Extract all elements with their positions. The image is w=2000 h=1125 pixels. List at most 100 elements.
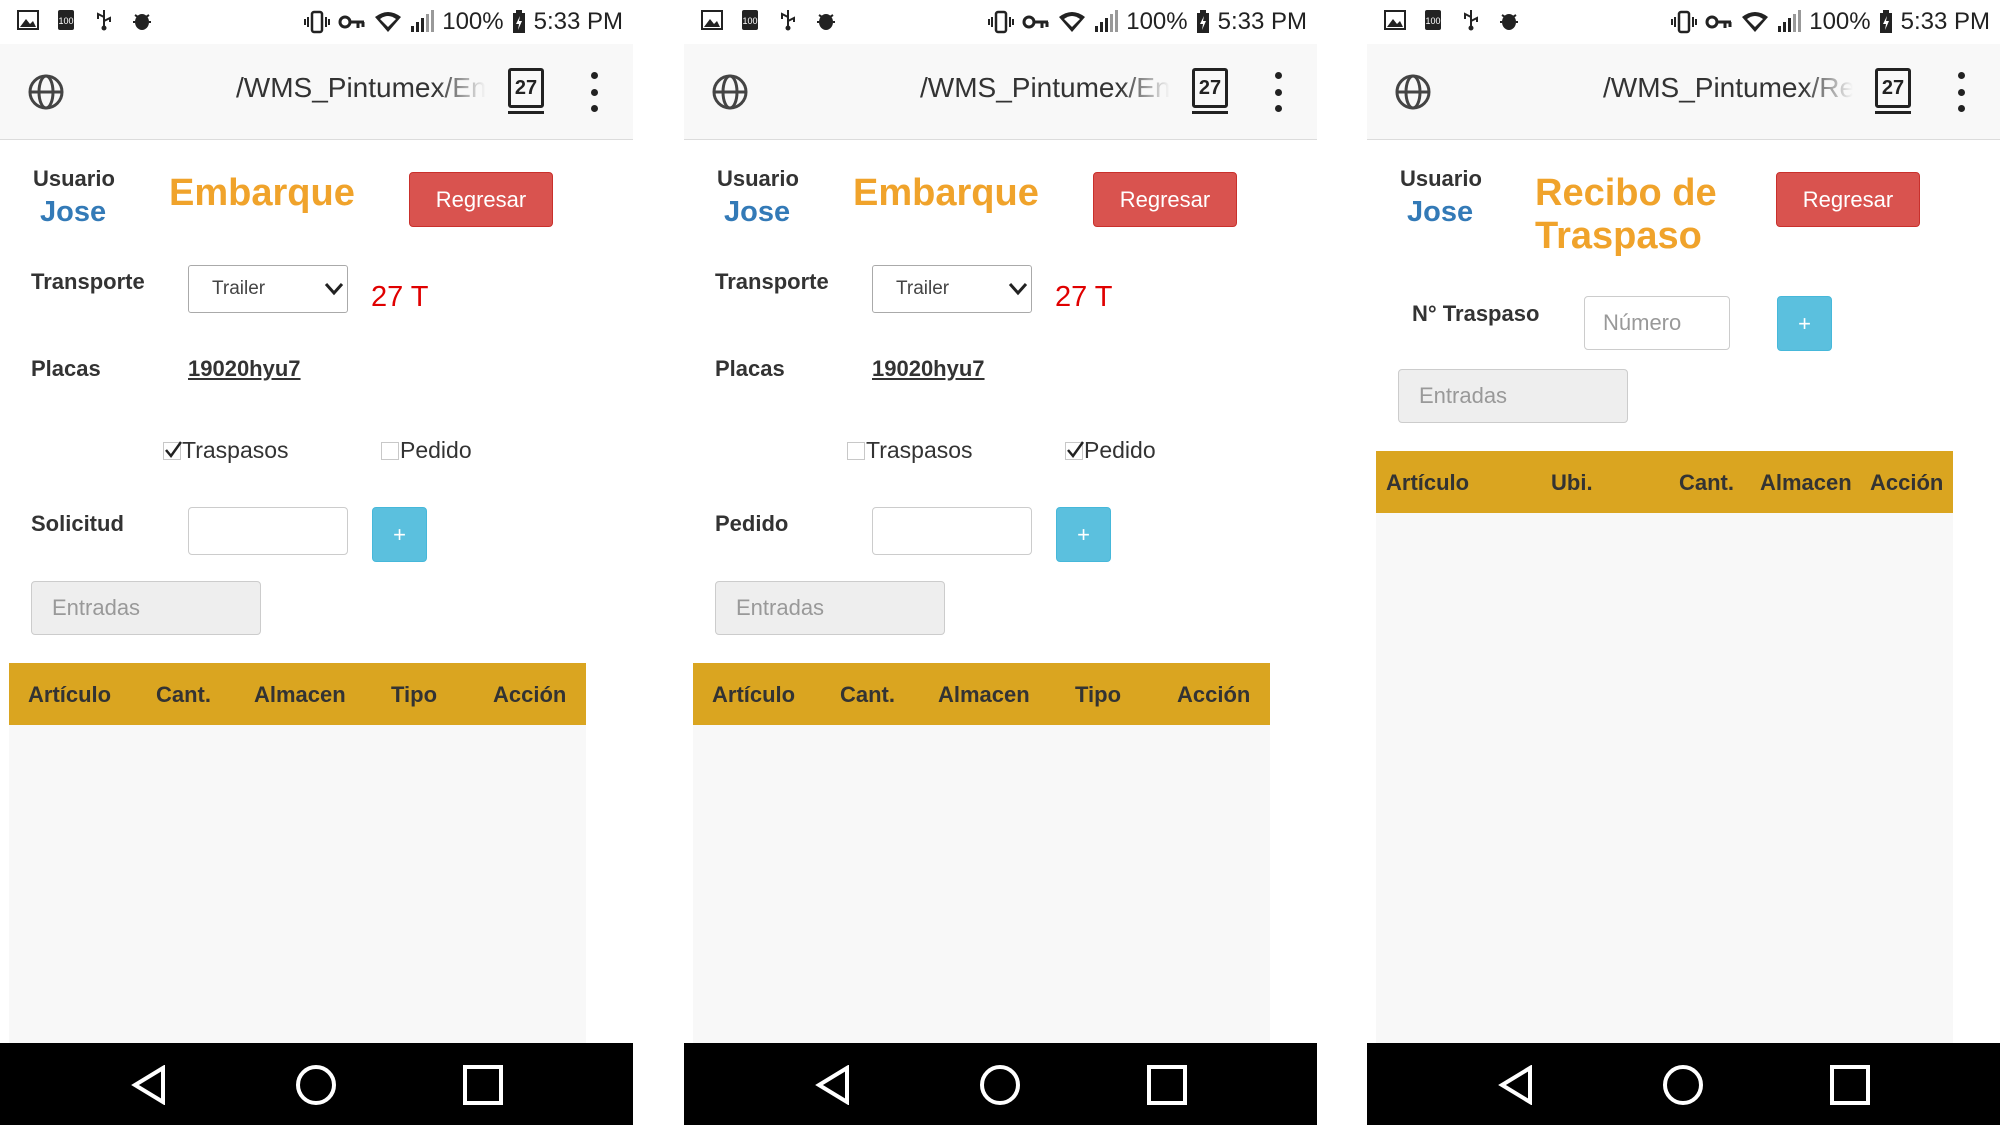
request-input[interactable] xyxy=(188,507,348,555)
back-nav-icon[interactable] xyxy=(1498,1065,1534,1105)
entries-button[interactable]: Entradas xyxy=(1398,369,1628,423)
navigation-bar xyxy=(684,1043,1317,1125)
recents-nav-icon[interactable] xyxy=(1830,1065,1870,1105)
add-button[interactable]: + xyxy=(372,507,427,562)
browser-toolbar: /WMS_Pintumex/Re 27 xyxy=(1367,44,2000,140)
overflow-menu-icon[interactable] xyxy=(588,72,600,112)
overflow-menu-icon[interactable] xyxy=(1955,72,1967,112)
column-header: Acción xyxy=(493,682,567,707)
url-field[interactable]: /WMS_Pintumex/Re xyxy=(1603,72,1853,104)
transfer-number-label: N° Traspaso xyxy=(1412,301,1540,326)
svg-text:100: 100 xyxy=(58,16,73,26)
vibrate-icon xyxy=(304,10,331,34)
table-header: Artículo Cant. Almacen Tipo Acción xyxy=(9,663,586,725)
signal-icon xyxy=(411,10,435,32)
battery-icon xyxy=(512,10,525,33)
gallery-icon xyxy=(17,9,39,31)
plates-value[interactable]: 19020hyu7 xyxy=(872,356,985,382)
clock: 5:33 PM xyxy=(533,8,623,35)
url-field[interactable]: /WMS_Pintumex/En xyxy=(920,72,1170,104)
table-body xyxy=(1376,513,1953,1043)
add-button[interactable]: + xyxy=(1777,296,1832,351)
signal-icon xyxy=(1778,10,1802,32)
user-label: Usuario xyxy=(1400,166,1482,191)
back-button[interactable]: Regresar xyxy=(1776,172,1920,227)
wifi-icon xyxy=(1742,12,1769,32)
checkmark-icon xyxy=(165,440,182,458)
page-title: Recibo de Traspaso xyxy=(1535,172,1717,258)
back-button[interactable]: Regresar xyxy=(1093,172,1237,227)
checkbox-box[interactable] xyxy=(1065,440,1084,460)
transport-select[interactable]: Trailer xyxy=(188,265,348,313)
globe-icon[interactable] xyxy=(1393,72,1433,112)
order-input[interactable] xyxy=(872,507,1032,555)
order-checkbox[interactable]: Pedido xyxy=(381,437,472,464)
table-header: Artículo Cant. Almacen Tipo Acción xyxy=(693,663,1270,725)
usb-icon xyxy=(777,9,799,31)
column-header: Artículo xyxy=(1386,470,1470,495)
column-header: Ubi. xyxy=(1551,470,1593,495)
wifi-icon xyxy=(1059,12,1086,32)
battery-percent: 100% xyxy=(442,8,504,35)
vpn-key-icon xyxy=(1705,15,1732,29)
bug-icon xyxy=(131,9,153,31)
order-checkbox[interactable]: Pedido xyxy=(1065,437,1156,464)
page-title-line2: Traspaso xyxy=(1535,215,1702,257)
browser-toolbar: /WMS_Pintumex/En 27 xyxy=(0,44,633,140)
checkbox-box[interactable] xyxy=(381,441,399,460)
transfers-checkbox[interactable]: Traspasos xyxy=(847,437,973,464)
entries-button[interactable]: Entradas xyxy=(715,581,945,635)
transport-count: 27 T xyxy=(371,281,429,313)
transport-label: Transporte xyxy=(31,269,145,294)
data-saver-icon: 100 xyxy=(739,9,761,31)
column-header: Acción xyxy=(1870,470,1944,495)
add-button[interactable]: + xyxy=(1056,507,1111,562)
url-field[interactable]: /WMS_Pintumex/En xyxy=(236,72,486,104)
checkmark-icon xyxy=(1067,440,1084,458)
transport-select[interactable]: Trailer xyxy=(872,265,1032,313)
back-button[interactable]: Regresar xyxy=(409,172,553,227)
overflow-menu-icon[interactable] xyxy=(1272,72,1284,112)
plates-value[interactable]: 19020hyu7 xyxy=(188,356,301,382)
chevron-down-icon xyxy=(324,283,344,296)
tabs-icon[interactable]: 27 xyxy=(1192,68,1228,114)
globe-icon[interactable] xyxy=(710,72,750,112)
recents-nav-icon[interactable] xyxy=(1147,1065,1187,1105)
entries-button[interactable]: Entradas xyxy=(31,581,261,635)
bug-icon xyxy=(1498,9,1520,31)
back-nav-icon[interactable] xyxy=(815,1065,851,1105)
data-saver-icon: 100 xyxy=(1422,9,1444,31)
checkbox-box[interactable] xyxy=(847,441,865,460)
page-title: Embarque xyxy=(169,172,355,214)
recents-nav-icon[interactable] xyxy=(463,1065,503,1105)
status-bar: 100 100% 5:33 PM xyxy=(0,0,633,44)
column-header: Acción xyxy=(1177,682,1251,707)
tabs-icon[interactable]: 27 xyxy=(508,68,544,114)
transfer-number-input[interactable]: Número xyxy=(1584,296,1730,350)
column-header: Artículo xyxy=(28,682,112,707)
gallery-icon xyxy=(1384,9,1406,31)
transfers-checkbox[interactable]: Traspasos xyxy=(163,437,289,464)
home-nav-icon[interactable] xyxy=(295,1064,337,1106)
status-bar: 100 100% 5:33 PM xyxy=(684,0,1317,44)
tabs-icon[interactable]: 27 xyxy=(1875,68,1911,114)
column-header: Tipo xyxy=(391,682,438,707)
svg-text:100: 100 xyxy=(1425,16,1440,26)
globe-icon[interactable] xyxy=(26,72,66,112)
order-label: Pedido xyxy=(1084,437,1156,463)
user-label: Usuario xyxy=(33,166,115,191)
user-label: Usuario xyxy=(717,166,799,191)
user-name: Jose xyxy=(1407,196,1474,228)
order-number-label: Pedido xyxy=(715,511,789,536)
transfers-label: Traspasos xyxy=(866,437,973,463)
checkbox-box[interactable] xyxy=(163,440,182,460)
transport-label: Transporte xyxy=(715,269,829,294)
transport-count: 27 T xyxy=(1055,281,1113,313)
page-title: Embarque xyxy=(853,172,1039,214)
vpn-key-icon xyxy=(338,15,365,29)
home-nav-icon[interactable] xyxy=(1662,1064,1704,1106)
phone-screen-embarque-traspasos: 100 100% 5:33 PM /WMS_Pintumex/En 27 Usu… xyxy=(0,0,633,1125)
home-nav-icon[interactable] xyxy=(979,1064,1021,1106)
plates-label: Placas xyxy=(31,356,101,381)
back-nav-icon[interactable] xyxy=(131,1065,167,1105)
